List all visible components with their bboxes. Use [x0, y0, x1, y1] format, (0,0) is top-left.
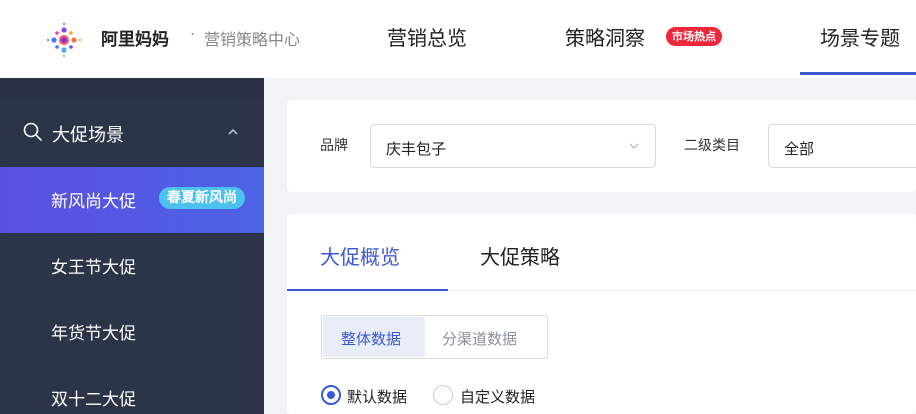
sidebar-item-label: 双十二大促: [51, 390, 136, 410]
segment-channel-data[interactable]: 分渠道数据: [425, 317, 547, 357]
search-icon: [23, 122, 42, 141]
sidebar-group-promotion-scenes[interactable]: 大促场景: [52, 121, 124, 147]
radio-default-data[interactable]: [321, 385, 341, 405]
content-card: 大促概览 大促策略 整体数据 分渠道数据 默认数据 自定义数据: [287, 214, 916, 414]
sidebar-item-queens-day-promo[interactable]: 女王节大促: [0, 233, 264, 299]
brand-select-value: 庆丰包子: [386, 140, 447, 158]
top-bar: 阿里妈妈 · 营销策略中心 营销总览 策略洞察 市场热点 场景专题: [0, 0, 916, 78]
data-scope-segmented-control: 整体数据 分渠道数据: [321, 315, 548, 359]
filter-card: 品牌 庆丰包子 二级类目 全部: [287, 100, 916, 192]
sidebar-top-strip: [0, 78, 264, 100]
brand-name[interactable]: 阿里妈妈: [101, 25, 169, 50]
spring-summer-badge: 春夏新风尚: [159, 187, 245, 209]
sidebar-item-label: 女王节大促: [51, 258, 136, 278]
active-nav-indicator: [800, 72, 916, 75]
tab-promo-overview[interactable]: 大促概览: [320, 241, 400, 270]
nav-strategy-insight[interactable]: 策略洞察: [565, 22, 645, 51]
chevron-down-icon: [629, 143, 639, 149]
segment-overall-data[interactable]: 整体数据: [323, 317, 425, 357]
sidebar-item-new-year-goods-promo[interactable]: 年货节大促: [0, 299, 264, 365]
alimama-logo-icon[interactable]: [44, 22, 84, 58]
tab-promo-strategy[interactable]: 大促策略: [480, 241, 560, 270]
active-tab-indicator: [287, 289, 448, 291]
sidebar-item-double-twelve-promo[interactable]: 双十二大促: [0, 365, 264, 414]
category-filter-label: 二级类目: [684, 138, 740, 154]
category-select-value: 全部: [784, 140, 815, 158]
chevron-up-icon[interactable]: [226, 127, 240, 137]
brand-separator: ·: [190, 25, 196, 45]
sidebar-item-label: 新风尚大促: [51, 192, 136, 212]
market-hot-badge: 市场热点: [666, 27, 722, 46]
brand-select[interactable]: 庆丰包子: [370, 124, 656, 168]
segment-label: 整体数据: [341, 330, 402, 348]
radio-custom-data-label[interactable]: 自定义数据: [460, 386, 535, 407]
nav-marketing-overview[interactable]: 营销总览: [387, 22, 467, 51]
category-select[interactable]: 全部: [768, 124, 916, 168]
nav-scene-topics[interactable]: 场景专题: [820, 22, 900, 51]
sidebar-item-new-style-promo[interactable]: 新风尚大促 春夏新风尚: [0, 167, 264, 233]
radio-default-data-label[interactable]: 默认数据: [347, 386, 407, 407]
radio-custom-data[interactable]: [433, 385, 453, 405]
brand-filter-label: 品牌: [320, 138, 348, 154]
sidebar-item-label: 年货节大促: [51, 324, 136, 344]
segment-label: 分渠道数据: [442, 330, 518, 348]
brand-subtitle: 营销策略中心: [204, 30, 301, 49]
